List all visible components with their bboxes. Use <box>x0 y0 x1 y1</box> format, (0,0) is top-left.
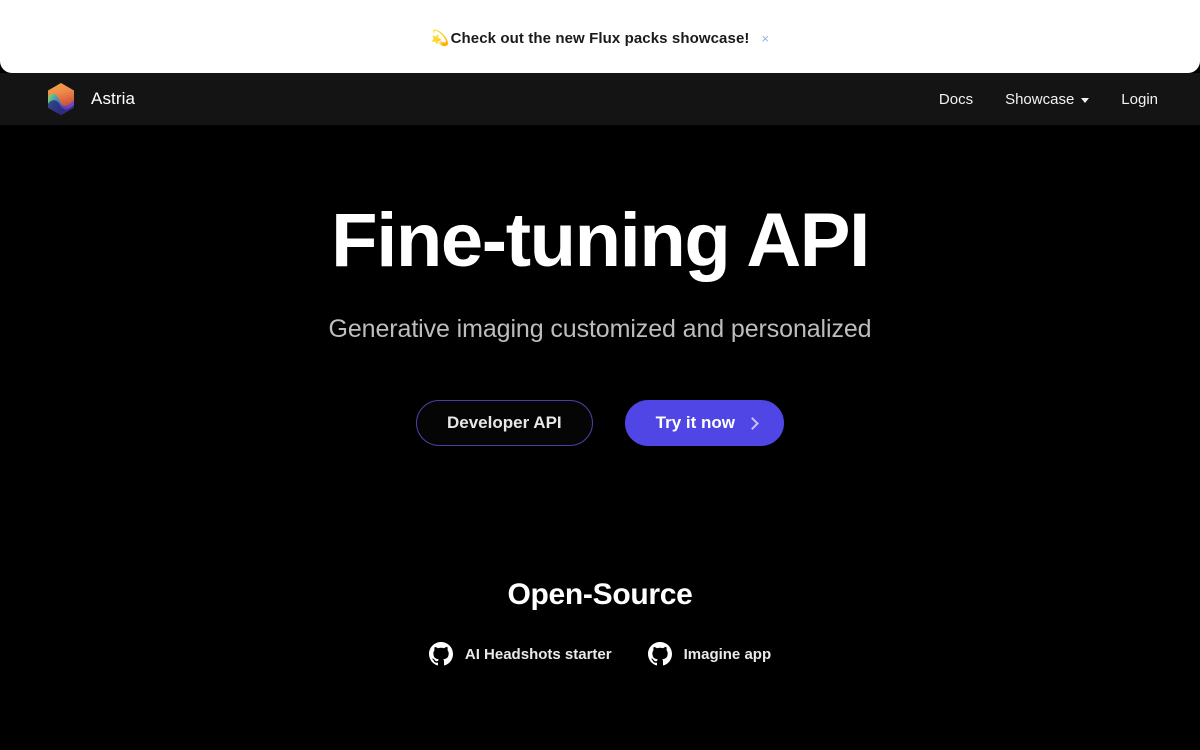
chevron-down-icon <box>1081 97 1090 103</box>
announcement-link[interactable]: Check out the new Flux packs showcase! <box>451 30 750 47</box>
nav-link-docs[interactable]: Docs <box>923 85 989 114</box>
hero-subtitle: Generative imaging customized and person… <box>328 315 872 343</box>
try-it-now-button[interactable]: Try it now <box>624 400 784 446</box>
close-icon[interactable]: × <box>761 32 769 45</box>
ai-headshots-starter-link[interactable]: AI Headshots starter <box>428 642 612 666</box>
announcement-content: 💫 Check out the new Flux packs showcase!… <box>431 30 769 47</box>
try-it-now-button-label: Try it now <box>655 413 735 432</box>
nav-link-login[interactable]: Login <box>1105 85 1174 114</box>
ai-headshots-starter-label: AI Headshots starter <box>464 645 612 663</box>
open-source-links: AI Headshots starter Imagine app <box>0 642 1200 666</box>
open-source-title: Open-Source <box>507 578 693 611</box>
github-icon <box>647 642 672 666</box>
hero-cta-row: Developer API Try it now <box>0 400 1200 446</box>
nav-link-login-label: Login <box>1121 90 1158 108</box>
nav-link-docs-label: Docs <box>938 90 974 108</box>
comet-icon: 💫 <box>430 30 450 47</box>
github-icon <box>428 642 453 666</box>
developer-api-button[interactable]: Developer API <box>416 400 593 446</box>
nav-link-showcase-label: Showcase <box>1005 90 1075 108</box>
navbar: Astria Docs Showcase Login <box>0 73 1200 125</box>
chevron-right-icon <box>746 416 759 430</box>
developer-api-button-label: Developer API <box>447 413 562 432</box>
announcement-banner: 💫 Check out the new Flux packs showcase!… <box>0 0 1200 73</box>
nav-link-showcase[interactable]: Showcase <box>989 85 1105 114</box>
imagine-app-link[interactable]: Imagine app <box>647 642 772 666</box>
brand-home-link[interactable]: Astria <box>44 82 135 116</box>
page-root: 💫 Check out the new Flux packs showcase!… <box>0 0 1200 750</box>
nav-links: Docs Showcase Login <box>923 85 1174 114</box>
hero-section: Fine-tuning API Generative imaging custo… <box>0 125 1200 446</box>
open-source-section: Open-Source AI Headshots starter Imagine… <box>0 578 1200 666</box>
announcement-banner-region: 💫 Check out the new Flux packs showcase!… <box>0 0 1200 73</box>
imagine-app-label: Imagine app <box>683 645 772 663</box>
astria-hexagon-logo <box>44 82 78 116</box>
brand-name: Astria <box>91 89 136 108</box>
page-title: Fine-tuning API <box>331 198 870 283</box>
